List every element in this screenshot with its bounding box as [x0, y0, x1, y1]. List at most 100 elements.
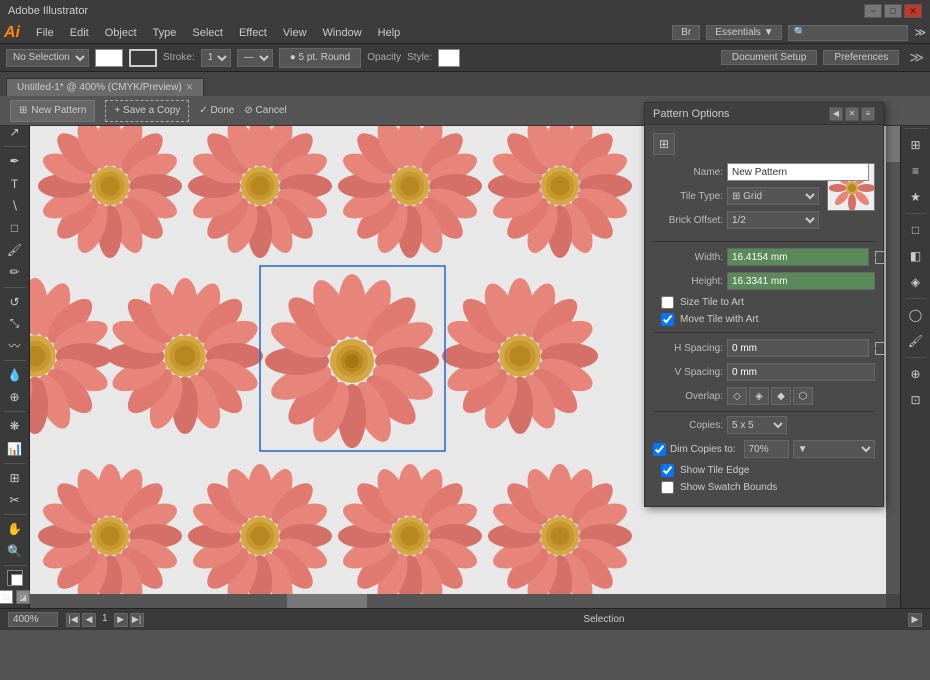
bridge-button[interactable]: Br — [672, 25, 700, 40]
blend-tool-button[interactable]: ⊕ — [3, 387, 27, 407]
move-tile-checkbox[interactable] — [661, 313, 674, 326]
minimize-button[interactable]: − — [864, 4, 882, 18]
overlap-br-button[interactable]: ⬡ — [793, 387, 813, 405]
tile-type-select[interactable]: ⊞ Grid — [727, 187, 819, 205]
show-swatch-bounds-checkbox[interactable] — [661, 481, 674, 494]
menu-effect[interactable]: Effect — [231, 25, 275, 41]
pathfinder-panel-button[interactable]: ★ — [904, 185, 928, 209]
tab-close-icon[interactable]: ✕ — [186, 82, 194, 93]
h-spacing-input[interactable] — [727, 339, 869, 357]
stroke-size-select[interactable]: 1 — [201, 49, 231, 67]
shape-tool-button[interactable]: □ — [3, 218, 27, 238]
window-controls[interactable]: − □ ✕ — [864, 4, 922, 18]
page-navigation: |◀ ◀ 1 ▶ ▶| — [66, 613, 144, 627]
prev-page-button[interactable]: ◀ — [82, 613, 96, 627]
search-input[interactable] — [788, 25, 908, 41]
name-row: Name: — [653, 163, 819, 181]
last-page-button[interactable]: ▶| — [130, 613, 144, 627]
show-tile-edge-checkbox[interactable] — [661, 464, 674, 477]
stroke-panel-button[interactable]: □ — [904, 218, 928, 242]
align-panel-button[interactable]: ≡ — [904, 159, 928, 183]
first-page-button[interactable]: |◀ — [66, 613, 80, 627]
eyedropper-tool-button[interactable]: 💧 — [3, 365, 27, 385]
artboard-panel-button[interactable]: ⊡ — [904, 388, 928, 412]
style-box[interactable] — [438, 49, 460, 67]
menu-type[interactable]: Type — [145, 25, 185, 41]
gradient-panel-button[interactable]: ◧ — [904, 244, 928, 268]
scale-tool-button[interactable]: ⤡ — [3, 314, 27, 334]
toolbar-separator-2 — [4, 287, 26, 288]
fill-swatch[interactable] — [7, 570, 23, 586]
document-setup-button[interactable]: Document Setup — [721, 50, 818, 65]
selection-dropdown[interactable]: No Selection — [6, 49, 89, 67]
graph-tool-button[interactable]: 📊 — [3, 438, 27, 458]
pattern-name-input[interactable] — [727, 163, 869, 181]
hand-tool-button[interactable]: ✋ — [3, 519, 27, 539]
close-button[interactable]: ✕ — [904, 4, 922, 18]
width-input[interactable] — [727, 248, 869, 266]
slice-tool-button[interactable]: ✂ — [3, 490, 27, 510]
menu-select[interactable]: Select — [184, 25, 231, 41]
layers-panel-button[interactable]: ⊕ — [904, 362, 928, 386]
panel-menu-button[interactable]: ≡ — [861, 107, 875, 121]
status-arrow-button[interactable]: ▶ — [908, 613, 922, 627]
done-button[interactable]: ✓ Done — [199, 105, 234, 116]
paintbrush-tool-button[interactable]: 🖌 — [3, 240, 27, 260]
line-tool-button[interactable]: ∖ — [3, 196, 27, 216]
panel-collapse-button[interactable]: ◀ — [829, 107, 843, 121]
menu-help[interactable]: Help — [370, 25, 409, 41]
horizontal-scroll-handle[interactable] — [287, 594, 367, 608]
dim-value-input[interactable] — [744, 440, 789, 458]
new-pattern-button[interactable]: ⊞ New Pattern — [10, 100, 95, 122]
warp-tool-button[interactable]: 〰 — [3, 336, 27, 356]
move-tile-row: Move Tile with Art — [653, 313, 875, 326]
type-tool-button[interactable]: T — [3, 174, 27, 194]
fit-icon-button[interactable]: ⊞ — [653, 133, 675, 155]
brush-round-button[interactable]: ● 5 pt. Round — [279, 48, 362, 68]
next-page-button[interactable]: ▶ — [114, 613, 128, 627]
vertical-scrollbar[interactable] — [886, 96, 900, 594]
zoom-input[interactable] — [8, 612, 58, 627]
screen-mode-icon[interactable]: ◪ — [16, 590, 30, 604]
show-swatch-bounds-row: Show Swatch Bounds — [653, 481, 875, 494]
menu-file[interactable]: File — [28, 25, 62, 41]
copies-select[interactable]: 5 x 5 3 x 3 7 x 7 — [727, 416, 787, 434]
brush-panel-button[interactable]: 🖌 — [904, 329, 928, 353]
menu-view[interactable]: View — [275, 25, 315, 41]
show-tile-edge-label: Show Tile Edge — [680, 465, 750, 476]
divider-1 — [653, 241, 875, 242]
symbol-tool-button[interactable]: ❋ — [3, 416, 27, 436]
normal-mode-icon[interactable]: □ — [0, 590, 13, 604]
stroke-color-box[interactable] — [129, 49, 157, 67]
pencil-tool-button[interactable]: ✏ — [3, 262, 27, 282]
artboard-tool-button[interactable]: ⊞ — [3, 468, 27, 488]
appearance-panel-button[interactable]: ◈ — [904, 270, 928, 294]
workspace-button[interactable]: Essentials ▼ — [706, 25, 782, 40]
size-tile-checkbox[interactable] — [661, 296, 674, 309]
overlap-tr-button[interactable]: ◈ — [749, 387, 769, 405]
overlap-bl-button[interactable]: ◆ — [771, 387, 791, 405]
menu-object[interactable]: Object — [97, 25, 145, 41]
transform-panel-button[interactable]: ⊞ — [904, 133, 928, 157]
symbol-panel-button[interactable]: ◯ — [904, 303, 928, 327]
fill-color-box[interactable] — [95, 49, 123, 67]
preferences-button[interactable]: Preferences — [823, 50, 899, 65]
height-input[interactable] — [727, 272, 875, 290]
rotate-tool-button[interactable]: ↺ — [3, 291, 27, 311]
horizontal-scrollbar[interactable] — [30, 594, 886, 608]
dim-copies-checkbox[interactable] — [653, 443, 666, 456]
cancel-button[interactable]: ⊘ Cancel — [244, 105, 286, 116]
stroke-type-select[interactable]: — — [237, 49, 273, 67]
document-tab[interactable]: Untitled-1* @ 400% (CMYK/Preview) ✕ — [6, 78, 204, 96]
zoom-tool-button[interactable]: 🔍 — [3, 541, 27, 561]
overlap-tl-button[interactable]: ◇ — [727, 387, 747, 405]
maximize-button[interactable]: □ — [884, 4, 902, 18]
v-spacing-input[interactable] — [727, 363, 875, 381]
panel-close-button[interactable]: ✕ — [845, 107, 859, 121]
save-copy-button[interactable]: + Save a Copy — [105, 100, 189, 122]
brick-offset-select[interactable]: 1/2 — [727, 211, 819, 229]
pen-tool-button[interactable]: ✒ — [3, 151, 27, 171]
menu-window[interactable]: Window — [315, 25, 370, 41]
menu-edit[interactable]: Edit — [62, 25, 97, 41]
dim-type-select[interactable]: ▼ — [793, 440, 875, 458]
